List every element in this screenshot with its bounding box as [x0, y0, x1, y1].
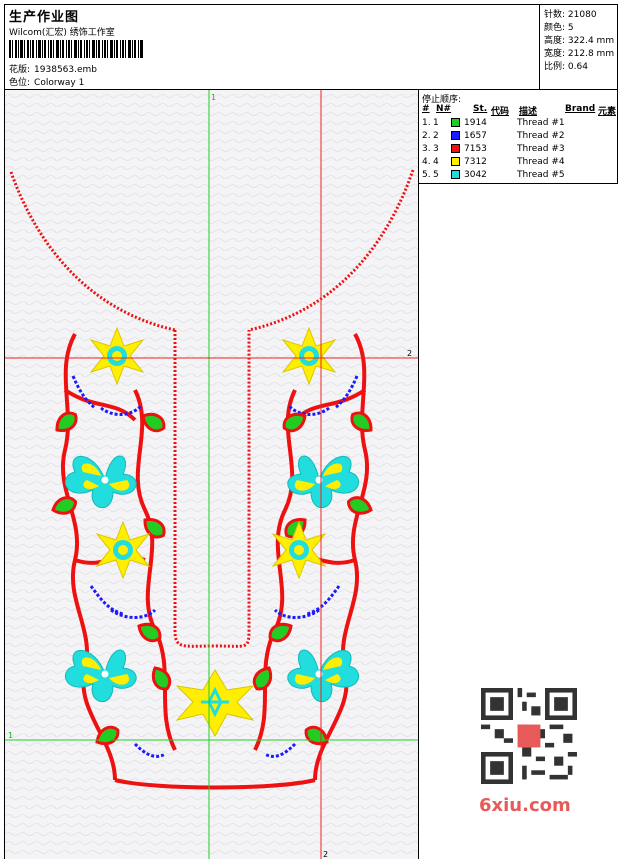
col-num: #: [422, 104, 430, 114]
row-n: 1: [433, 118, 439, 128]
row-desc: Thread #4: [517, 157, 565, 167]
qr-code-icon: [481, 688, 577, 784]
watermark-text: 6xiu.com: [479, 795, 571, 816]
stat-height: 高度: 322.4 mm: [544, 36, 615, 46]
guide-green-horizontal-label: 1: [8, 731, 13, 740]
row-num: 5.: [422, 170, 431, 180]
design-canvas[interactable]: 1 1 2 2: [5, 90, 419, 859]
row-desc: Thread #2: [517, 131, 565, 141]
file-value: 1938563.emb: [34, 65, 98, 75]
embroidery-design: 1 1 2 2: [5, 90, 418, 859]
stat-stitches: 针数: 21080: [544, 10, 597, 20]
table-row[interactable]: 4. 4 7312 Thread #4: [419, 157, 618, 170]
software-subtitle: Wilcom(汇宏) 绣饰工作室: [9, 28, 115, 38]
colorway-label: 色位:: [9, 78, 31, 88]
row-desc: Thread #1: [517, 118, 565, 128]
row-num: 1.: [422, 118, 431, 128]
row-num: 4.: [422, 157, 431, 167]
barcode-icon: [9, 40, 143, 58]
file-row: 花版: 1938563.emb: [9, 62, 97, 75]
stop-sequence-panel: 停止顺序: # N# St. 代码 描述 Brand 元素 1. 1 1914 Thr…: [419, 90, 618, 184]
stat-width: 宽度: 212.8 mm: [544, 49, 615, 59]
table-row[interactable]: 2. 2 1657 Thread #2: [419, 131, 618, 144]
table-row[interactable]: 5. 5 3042 Thread #5: [419, 170, 618, 183]
row-n: 5: [433, 170, 439, 180]
table-row[interactable]: 3. 3 7153 Thread #3: [419, 144, 618, 157]
watermark: 6xiu.com: [471, 683, 589, 823]
color-swatch: [451, 144, 460, 153]
col-code: 代码: [491, 107, 510, 117]
stitch-background: [5, 90, 418, 859]
guide-red-vertical-label: 2: [323, 850, 328, 859]
row-num: 2.: [422, 131, 431, 141]
row-code: 1914: [464, 118, 487, 128]
colorway-row: 色位: Colorway 1: [9, 75, 84, 88]
col-desc: 描述: [519, 107, 538, 117]
stat-scale: 比例: 0.64: [544, 62, 588, 72]
row-n: 3: [433, 144, 439, 154]
header-info: 生产作业图 Wilcom(汇宏) 绣饰工作室 花版: 1938563.emb 色…: [5, 5, 540, 89]
row-num: 3.: [422, 144, 431, 154]
col-brand: Brand: [565, 104, 596, 114]
guide-green-vertical-label: 1: [211, 93, 216, 102]
colorway-value: Colorway 1: [34, 78, 85, 88]
col-n: N#: [436, 104, 452, 114]
row-n: 4: [433, 157, 439, 167]
color-swatch: [451, 170, 460, 179]
col-element: 元素: [598, 107, 617, 117]
guide-red-horizontal-label: 2: [407, 349, 412, 358]
color-swatch: [451, 131, 460, 140]
color-swatch: [451, 118, 460, 127]
table-row[interactable]: 1. 1 1914 Thread #1: [419, 118, 618, 131]
col-st: St.: [473, 104, 488, 114]
row-desc: Thread #3: [517, 144, 565, 154]
page-title: 生产作业图: [9, 10, 80, 25]
file-label: 花版:: [9, 65, 31, 75]
row-code: 7312: [464, 157, 487, 167]
color-swatch: [451, 157, 460, 166]
row-code: 7153: [464, 144, 487, 154]
row-code: 3042: [464, 170, 487, 180]
row-code: 1657: [464, 131, 487, 141]
stats-panel: 针数: 21080 颜色: 5 高度: 322.4 mm 宽度: 212.8 m…: [540, 5, 618, 89]
production-sheet: 生产作业图 Wilcom(汇宏) 绣饰工作室 花版: 1938563.emb 色…: [4, 4, 618, 859]
row-n: 2: [433, 131, 439, 141]
stat-colors: 颜色: 5: [544, 23, 574, 33]
row-desc: Thread #5: [517, 170, 565, 180]
